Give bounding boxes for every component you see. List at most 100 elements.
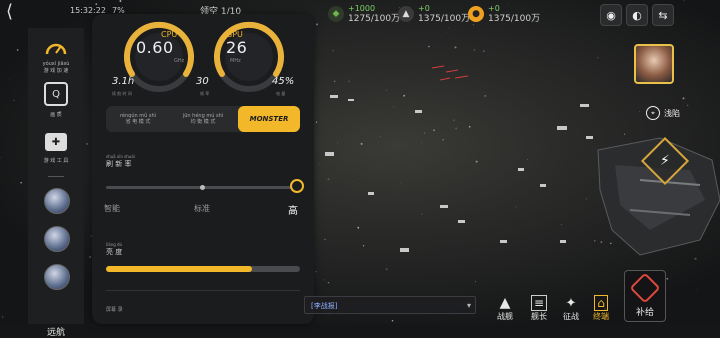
chat-text: [李战报]: [311, 302, 337, 310]
metal-icon: ▲: [398, 6, 414, 22]
rail-caption-tools: 游 戏 工 具: [32, 158, 80, 164]
slider-thumb[interactable]: [290, 179, 304, 193]
star: [319, 164, 320, 165]
resource-gain: +0: [418, 4, 430, 13]
star: [697, 289, 698, 290]
captain-icon: ≡: [531, 295, 547, 311]
back-arrow-icon[interactable]: ⟨: [6, 2, 13, 22]
star: [20, 182, 22, 184]
mode-selector: rénqún mǔ shì省 电 模 式 jūn héng mú shì均 衡 …: [106, 106, 300, 132]
star: [348, 81, 349, 82]
planet-icon: ◐: [632, 9, 642, 22]
resource-amount: 1275/100万: [348, 14, 400, 24]
energy-icon: ●: [468, 6, 484, 22]
terminal-button[interactable]: ⌂ 终端: [586, 290, 616, 322]
conquest-button[interactable]: ✦ 征战: [556, 290, 586, 322]
swap-icon: ⇆: [658, 9, 667, 22]
star: [89, 256, 91, 258]
brightness-pinyin: liàng dù: [106, 242, 122, 247]
star: [422, 143, 423, 144]
battery-label: 电 量: [276, 91, 285, 97]
star: [569, 44, 570, 45]
speedometer-button[interactable]: [42, 36, 70, 64]
terminal-label: 终端: [593, 311, 609, 322]
cpu-value: 0.60: [136, 38, 174, 57]
star: [475, 281, 476, 282]
view-toggle-button[interactable]: ◉: [600, 4, 622, 26]
star: [403, 95, 405, 97]
option-standard[interactable]: 标准: [194, 203, 210, 214]
eye-icon: ◉: [606, 9, 616, 22]
assistant-sidebar: yóuxì jiāsù 游 戏 加 速 Q 画 质 ✚ 游 戏 工 具 远航: [28, 28, 84, 324]
resource-crystal: ◆ +10001275/100万: [328, 2, 400, 26]
brightness-label: 亮 度: [106, 248, 122, 256]
star: [433, 129, 435, 131]
star: [442, 139, 443, 140]
mode-power-saving[interactable]: rénqún mǔ shì省 电 模 式: [106, 106, 170, 132]
captain-button[interactable]: ≡ 舰长: [524, 290, 554, 322]
commander-portrait[interactable]: [634, 44, 674, 84]
app-avatar-2[interactable]: [44, 226, 70, 252]
star: [386, 268, 388, 270]
star: [484, 95, 486, 97]
lightning-icon: ⚡: [660, 153, 670, 169]
target-marker[interactable]: ⌖ 浅陷: [646, 106, 680, 120]
star: [323, 279, 324, 280]
target-label: 浅陷: [664, 108, 680, 119]
resource-amount: 1375/100万: [418, 14, 470, 24]
mode-monster[interactable]: MONSTER: [238, 106, 300, 132]
play-time-label: 续 航 时 间: [112, 91, 132, 97]
star: [422, 213, 423, 214]
ship-icon: ▲: [500, 295, 511, 311]
star: [13, 100, 15, 102]
star: [86, 143, 88, 145]
fps-label: 帧 率: [200, 91, 209, 97]
gpu-value: 26: [226, 38, 247, 57]
star: [469, 126, 471, 128]
star: [9, 79, 10, 80]
star: [353, 181, 354, 182]
supply-button[interactable]: 补给: [624, 270, 666, 322]
option-smart[interactable]: 智能: [104, 203, 120, 214]
star: [363, 245, 364, 246]
option-high[interactable]: 高: [288, 202, 298, 217]
brightness-slider[interactable]: [106, 266, 300, 272]
game-tools-button[interactable]: ✚: [42, 128, 70, 156]
brightness-title: liàng dù 亮 度: [106, 242, 122, 257]
refresh-rate-label: 刷 新 率: [106, 160, 131, 168]
star: [428, 46, 430, 48]
mode-label: MONSTER: [250, 116, 289, 122]
star: [327, 178, 329, 180]
chat-bar[interactable]: [李战报] ▾: [304, 296, 476, 314]
rail-title-pinyin: yóuxì jiāsù: [32, 61, 80, 67]
star: [483, 51, 484, 52]
rail-divider: [48, 176, 64, 177]
chevron-down-icon[interactable]: ▾: [467, 297, 471, 315]
resource-gain: +1000: [348, 4, 375, 13]
brightness-fill: [106, 266, 252, 272]
mode-balanced[interactable]: jūn héng mú shì均 衡 模 式: [170, 106, 236, 132]
app-avatar-1[interactable]: [44, 188, 70, 214]
app-avatar-3[interactable]: [44, 264, 70, 290]
star: [386, 90, 387, 91]
star: [455, 127, 457, 129]
star: [446, 32, 447, 33]
play-time-value: 3.1h: [112, 76, 134, 87]
resource-energy: ● +01375/100万: [468, 2, 540, 26]
fps-value: 30: [196, 76, 209, 87]
star: [357, 227, 359, 229]
planet-map-button[interactable]: ◐: [626, 4, 648, 26]
star: [328, 282, 329, 283]
switch-view-button[interactable]: ⇆: [652, 4, 674, 26]
star: [334, 81, 336, 83]
fleet-button[interactable]: ▲ 战舰: [490, 290, 520, 322]
star: [439, 124, 440, 125]
star: [333, 50, 334, 51]
star: [694, 258, 696, 260]
display-quality-button[interactable]: Q: [42, 80, 70, 108]
screen-record-label: 屏幕 录: [106, 306, 123, 313]
star: [394, 107, 395, 108]
slider-stop-standard[interactable]: [200, 185, 205, 190]
refresh-rate-title: shuā xīn shuài 刷 新 率: [106, 154, 135, 169]
star: [639, 111, 640, 112]
